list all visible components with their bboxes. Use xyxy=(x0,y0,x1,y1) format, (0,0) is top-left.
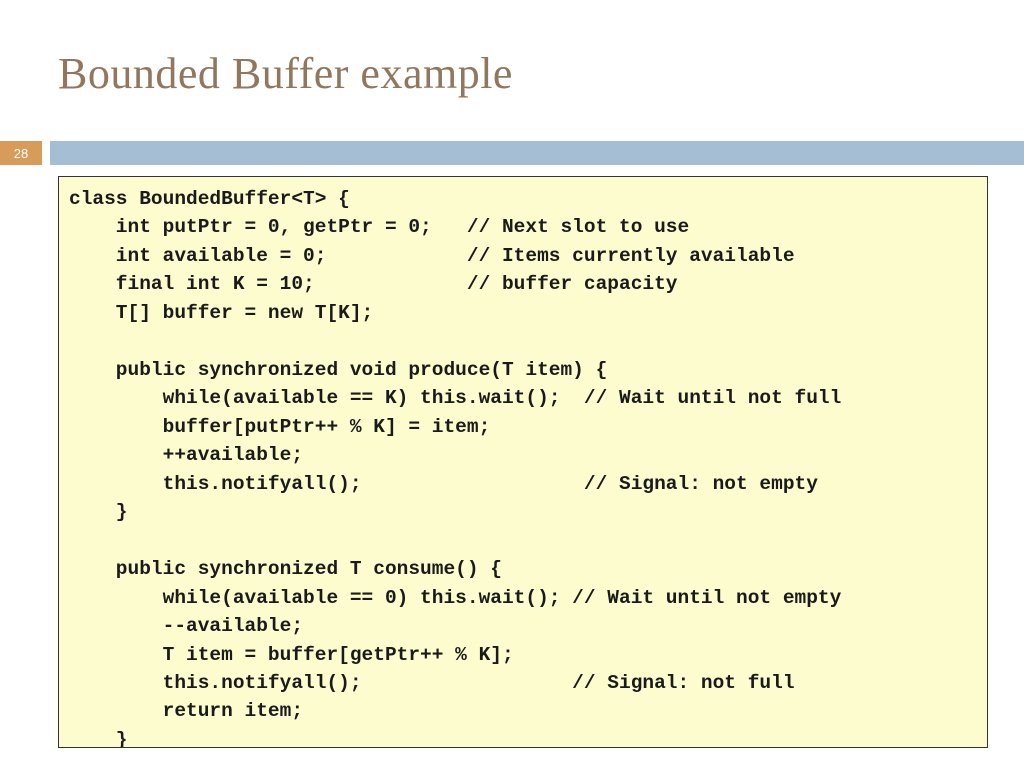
divider-bar xyxy=(50,141,1024,165)
page-number-badge: 28 xyxy=(0,141,42,165)
slide-title: Bounded Buffer example xyxy=(58,48,513,99)
slide: Bounded Buffer example 28 class BoundedB… xyxy=(0,0,1024,768)
code-listing: class BoundedBuffer<T> { int putPtr = 0,… xyxy=(69,185,977,748)
code-box: class BoundedBuffer<T> { int putPtr = 0,… xyxy=(58,176,988,748)
